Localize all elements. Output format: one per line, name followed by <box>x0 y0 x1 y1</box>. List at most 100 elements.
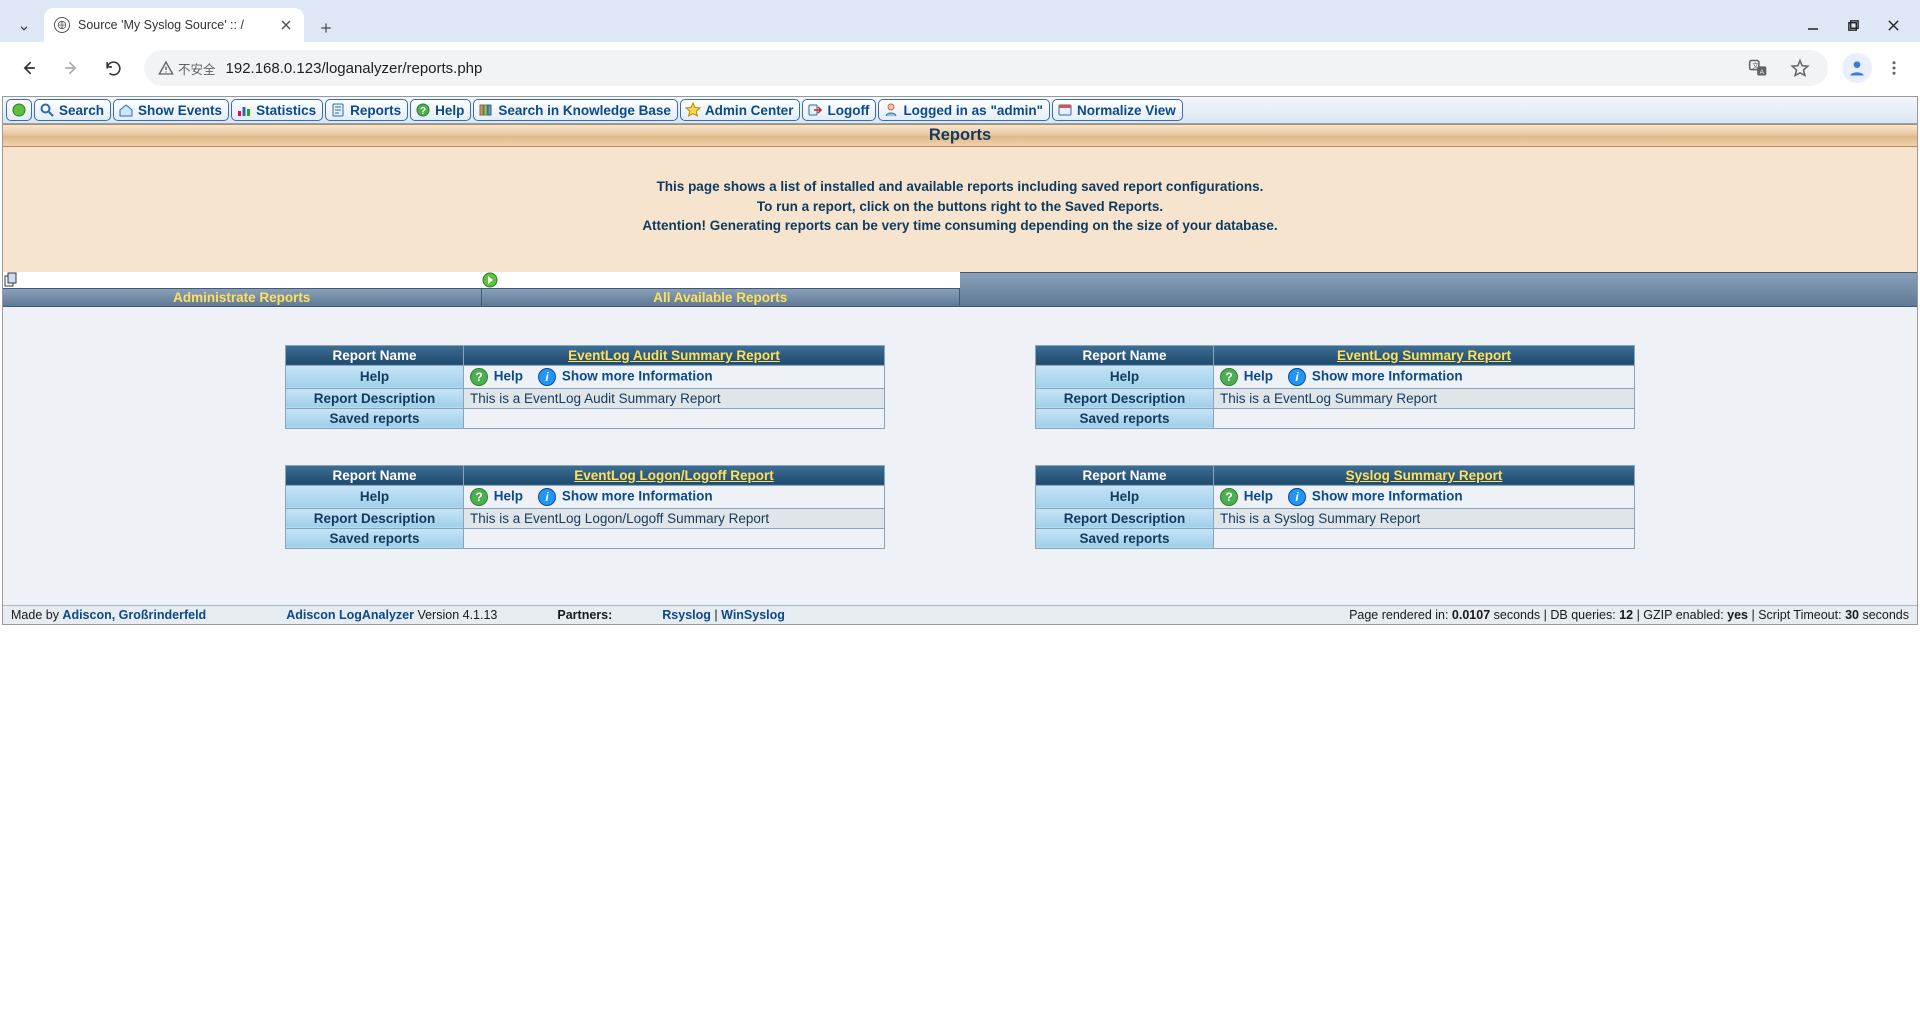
home-icon <box>118 102 134 118</box>
star-icon <box>685 102 701 118</box>
star-icon <box>1790 58 1810 78</box>
footer-product: Adiscon LogAnalyzer Version 4.1.13 <box>286 608 497 622</box>
forward-button[interactable] <box>54 51 88 85</box>
report-description: This is a EventLog Summary Report <box>1214 388 1635 408</box>
menu-help-label: Help <box>435 103 464 118</box>
tab-close-button[interactable] <box>278 17 294 33</box>
back-button[interactable] <box>12 51 46 85</box>
window-icon <box>1057 102 1073 118</box>
browser-toolbar: 不安全 192.168.0.123/loganalyzer/reports.ph… <box>0 42 1920 94</box>
saved-reports-cell <box>464 408 885 428</box>
svg-text:?: ? <box>420 106 426 117</box>
address-bar[interactable]: 不安全 192.168.0.123/loganalyzer/reports.ph… <box>144 50 1828 86</box>
tab-search-dropdown[interactable] <box>10 14 38 42</box>
menu-show-events[interactable]: Show Events <box>113 99 229 121</box>
footer-adiscon-link[interactable]: Adiscon, Großrinderfeld <box>62 608 206 622</box>
menu-admin-center[interactable]: Admin Center <box>680 99 801 121</box>
report-card: Report Name EventLog Audit Summary Repor… <box>285 345 885 429</box>
footer-winsyslog-link[interactable]: WinSyslog <box>721 608 785 622</box>
minimize-icon <box>1806 18 1820 32</box>
help-link[interactable]: Help <box>1244 488 1273 503</box>
footer-product-link[interactable]: Adiscon LogAnalyzer <box>286 608 414 622</box>
more-info-link[interactable]: Show more Information <box>1312 368 1463 383</box>
more-info-link[interactable]: Show more Information <box>562 488 713 503</box>
more-info-link[interactable]: Show more Information <box>562 368 713 383</box>
menu-logoff-label: Logoff <box>827 103 869 118</box>
menu-statistics-label: Statistics <box>256 103 316 118</box>
intro-text: This page shows a list of installed and … <box>3 147 1917 272</box>
reload-button[interactable] <box>96 51 130 85</box>
help-icon: ? <box>415 102 431 118</box>
browser-chrome: Source 'My Syslog Source' :: / 不安全 <box>0 0 1920 94</box>
help-label: Help <box>286 485 464 508</box>
menu-kb-label: Search in Knowledge Base <box>498 103 671 118</box>
subtab-filler <box>960 272 1917 307</box>
user-icon <box>883 102 899 118</box>
report-title-link[interactable]: EventLog Audit Summary Report <box>568 348 780 363</box>
logoff-icon <box>807 102 823 118</box>
menu-help[interactable]: ? Help <box>410 99 471 121</box>
subtab-admin-reports[interactable]: Administrate Reports <box>3 288 482 307</box>
window-maximize-button[interactable] <box>1844 16 1862 34</box>
menu-search[interactable]: Search <box>34 99 111 121</box>
new-tab-button[interactable] <box>312 14 340 42</box>
menu-admin-label: Admin Center <box>705 103 794 118</box>
help-link[interactable]: Help <box>1244 368 1273 383</box>
browser-tab[interactable]: Source 'My Syslog Source' :: / <box>44 8 304 42</box>
subtab-all-label: All Available Reports <box>653 290 787 305</box>
profile-button[interactable] <box>1842 53 1872 83</box>
menu-logoff[interactable]: Logoff <box>802 99 876 121</box>
window-close-button[interactable] <box>1884 16 1902 34</box>
menu-knowledge-base[interactable]: Search in Knowledge Base <box>473 99 678 121</box>
home-button[interactable] <box>6 99 32 121</box>
description-label: Report Description <box>1036 508 1214 528</box>
sub-tabs: Administrate Reports All Available Repor… <box>3 272 1917 307</box>
menu-logged-in[interactable]: Logged in as "admin" <box>878 99 1050 121</box>
saved-reports-label: Saved reports <box>1036 408 1214 428</box>
menu-show-events-label: Show Events <box>138 103 222 118</box>
kebab-icon <box>1885 59 1903 77</box>
arrow-left-icon <box>19 58 39 78</box>
report-title-link[interactable]: Syslog Summary Report <box>1346 468 1503 483</box>
site-security-badge[interactable]: 不安全 <box>158 59 216 78</box>
help-link[interactable]: Help <box>494 488 523 503</box>
report-description: This is a EventLog Audit Summary Report <box>464 388 885 408</box>
menu-search-label: Search <box>59 103 104 118</box>
footer-stats: Page rendered in: 0.0107 seconds | DB qu… <box>1349 608 1909 622</box>
menu-logged-in-label: Logged in as "admin" <box>903 103 1043 118</box>
info-icon: i <box>538 488 556 506</box>
help-label: Help <box>1036 365 1214 388</box>
info-icon: i <box>1288 368 1306 386</box>
report-card: Report Name EventLog Summary Report Help… <box>1035 345 1635 429</box>
subtab-all-reports[interactable]: All Available Reports <box>482 288 961 307</box>
chrome-menu-button[interactable] <box>1880 54 1908 82</box>
menu-normalize-view[interactable]: Normalize View <box>1052 99 1183 121</box>
menu-reports[interactable]: Reports <box>325 99 408 121</box>
more-info-link[interactable]: Show more Information <box>1312 488 1463 503</box>
search-icon <box>39 102 55 118</box>
help-link[interactable]: Help <box>494 368 523 383</box>
globe-icon <box>54 17 70 33</box>
window-minimize-button[interactable] <box>1804 16 1822 34</box>
warning-triangle-icon <box>158 60 174 76</box>
reload-icon <box>104 59 123 78</box>
footer-rsyslog-link[interactable]: Rsyslog <box>662 608 711 622</box>
description-label: Report Description <box>1036 388 1214 408</box>
intro-line-3: Attention! Generating reports can be ver… <box>13 216 1907 236</box>
translate-button[interactable]: 文A <box>1744 54 1772 82</box>
report-title-link[interactable]: EventLog Summary Report <box>1337 348 1511 363</box>
report-name-header: Report Name <box>286 465 464 485</box>
menu-statistics[interactable]: Statistics <box>231 99 323 121</box>
report-title-link[interactable]: EventLog Logon/Logoff Report <box>574 468 773 483</box>
arrow-right-green-icon <box>482 272 961 288</box>
person-icon <box>1847 58 1867 78</box>
svg-text:文: 文 <box>1752 61 1759 70</box>
books-icon <box>478 102 494 118</box>
bookmark-button[interactable] <box>1786 54 1814 82</box>
tab-strip: Source 'My Syslog Source' :: / <box>0 0 1920 42</box>
intro-line-2: To run a report, click on the buttons ri… <box>13 197 1907 217</box>
tab-title: Source 'My Syslog Source' :: / <box>78 18 270 32</box>
report-name-header: Report Name <box>286 345 464 365</box>
report-card: Report Name Syslog Summary Report Help ?… <box>1035 465 1635 549</box>
description-label: Report Description <box>286 508 464 528</box>
